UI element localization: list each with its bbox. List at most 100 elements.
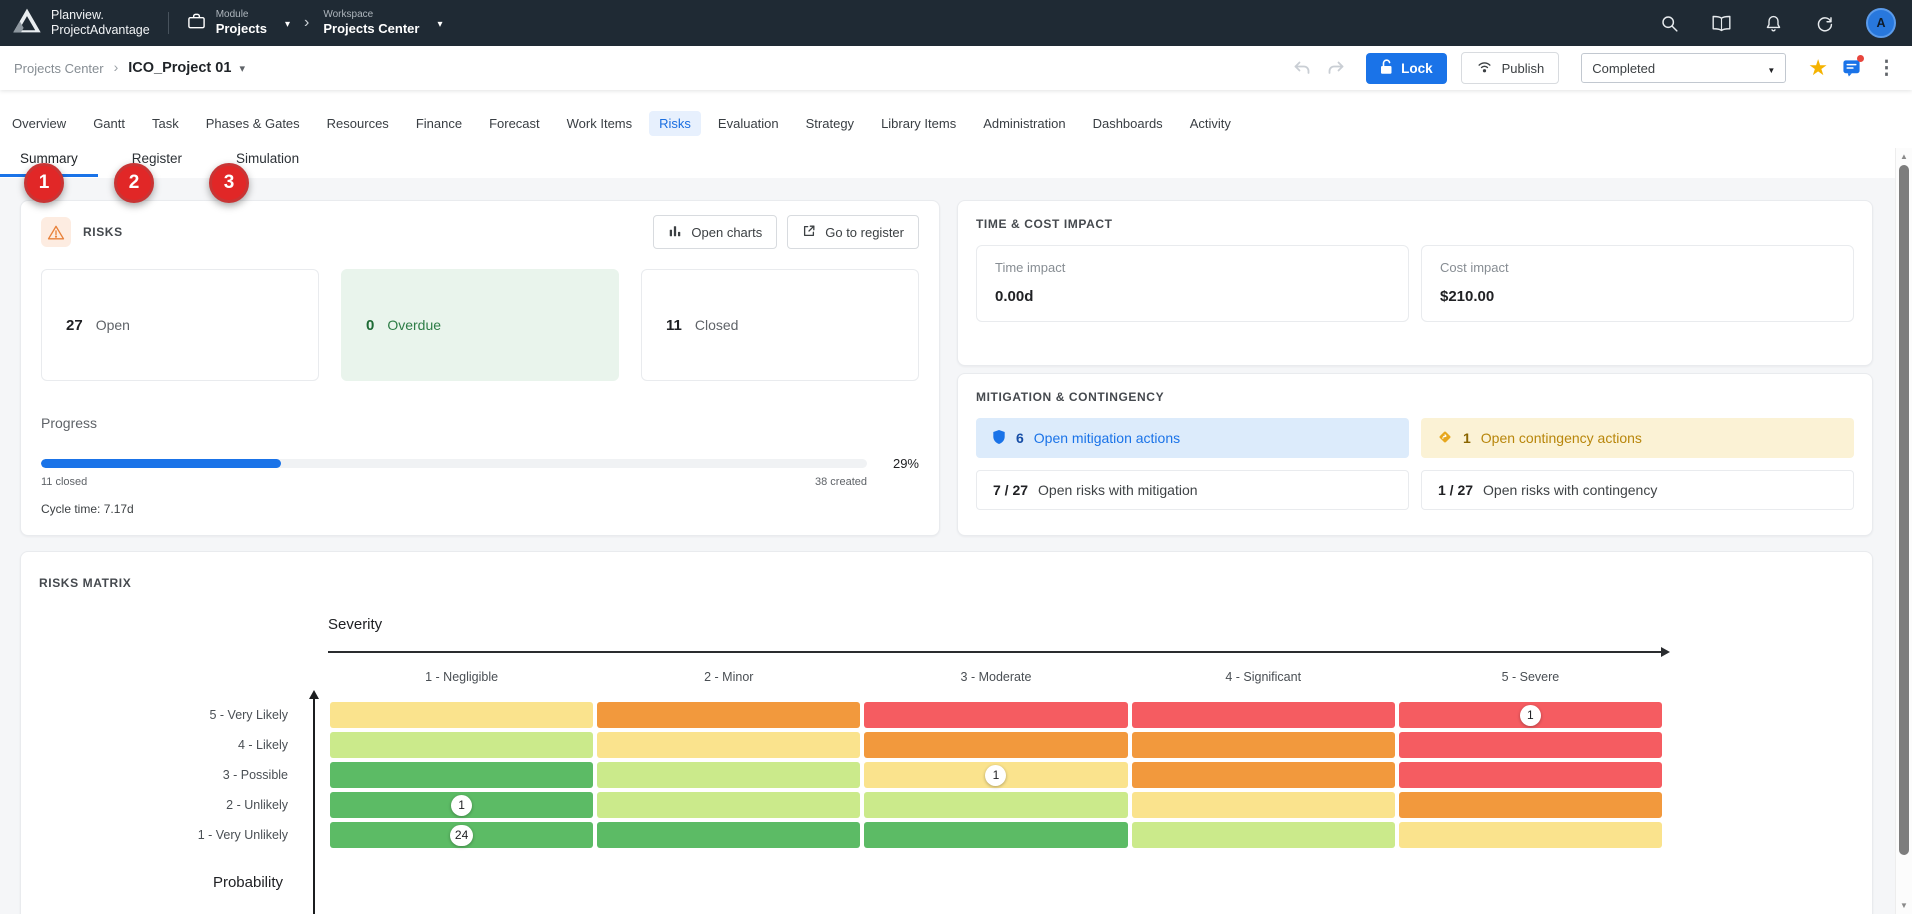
matrix-cell-p4-s3[interactable] bbox=[864, 732, 1127, 758]
lock-button[interactable]: Lock bbox=[1366, 53, 1447, 84]
scrollbar-thumb[interactable] bbox=[1899, 165, 1909, 855]
notifications-bell-icon[interactable] bbox=[1764, 13, 1783, 34]
scroll-up-arrow-icon[interactable] bbox=[1896, 152, 1912, 161]
tab-evaluation[interactable]: Evaluation bbox=[708, 111, 789, 136]
matrix-cell-p4-s5[interactable] bbox=[1399, 732, 1662, 758]
matrix-cell-p3-s5[interactable] bbox=[1399, 762, 1662, 788]
overdue-risks-stat[interactable]: 0 Overdue bbox=[341, 269, 619, 381]
matrix-cell-p1-s5[interactable] bbox=[1399, 822, 1662, 848]
comments-icon[interactable] bbox=[1842, 58, 1861, 78]
scroll-down-arrow-icon[interactable] bbox=[1896, 901, 1912, 910]
briefcase-icon bbox=[187, 12, 206, 35]
matrix-cell-p4-s1[interactable] bbox=[330, 732, 593, 758]
risks-summary-card: RISKS Open charts Go to register 27 Open… bbox=[20, 200, 940, 536]
matrix-cell-p1-s4[interactable] bbox=[1132, 822, 1395, 848]
project-toolbar: Projects Center ICO_Project 01 Lock Publ… bbox=[0, 46, 1912, 90]
tab-task[interactable]: Task bbox=[142, 111, 189, 136]
bar-chart-icon bbox=[668, 224, 682, 241]
matrix-cell-p5-s5[interactable]: 1 bbox=[1399, 702, 1662, 728]
status-select[interactable]: Completed bbox=[1581, 53, 1786, 83]
redo-icon[interactable] bbox=[1326, 59, 1346, 77]
contingency-actions-label: Open contingency actions bbox=[1481, 430, 1642, 446]
overdue-risks-count: 0 bbox=[366, 317, 374, 334]
matrix-cell-p5-s4[interactable] bbox=[1132, 702, 1395, 728]
tab-phases-gates[interactable]: Phases & Gates bbox=[196, 111, 310, 136]
time-impact-box: Time impact 0.00d bbox=[976, 245, 1409, 322]
matrix-cell-p5-s1[interactable] bbox=[330, 702, 593, 728]
go-to-register-button[interactable]: Go to register bbox=[787, 215, 919, 249]
documentation-book-icon[interactable] bbox=[1711, 14, 1732, 33]
open-risks-stat[interactable]: 27 Open bbox=[41, 269, 319, 381]
severity-axis-label: Severity bbox=[328, 616, 382, 633]
open-charts-button[interactable]: Open charts bbox=[653, 215, 777, 249]
breadcrumb-chevron-icon bbox=[114, 59, 119, 77]
open-risks-count: 27 bbox=[66, 317, 83, 334]
brand-line1: Planview. bbox=[51, 8, 150, 23]
matrix-cell-p2-s2[interactable] bbox=[597, 792, 860, 818]
progress-bar-fill bbox=[41, 459, 281, 468]
probability-row-labels: 5 - Very Likely4 - Likely3 - Possible2 -… bbox=[21, 702, 288, 848]
tab-forecast[interactable]: Forecast bbox=[479, 111, 550, 136]
open-risks-label: Open bbox=[96, 317, 130, 333]
tab-gantt[interactable]: Gantt bbox=[83, 111, 135, 136]
matrix-cell-p5-s2[interactable] bbox=[597, 702, 860, 728]
annotation-badge-1[interactable]: 1 bbox=[24, 163, 64, 203]
chevron-down-icon[interactable] bbox=[239, 59, 245, 77]
tab-dashboards[interactable]: Dashboards bbox=[1083, 111, 1173, 136]
chevron-down-icon bbox=[437, 14, 442, 32]
vertical-scrollbar[interactable] bbox=[1895, 148, 1912, 914]
notification-dot bbox=[1857, 55, 1864, 62]
avatar[interactable]: A bbox=[1866, 8, 1896, 38]
kebab-menu-icon[interactable] bbox=[1875, 57, 1898, 80]
closed-risks-stat[interactable]: 11 Closed bbox=[641, 269, 919, 381]
refresh-icon[interactable] bbox=[1815, 14, 1834, 33]
mitigation-contingency-card: MITIGATION & CONTINGENCY 6 Open mitigati… bbox=[957, 373, 1873, 536]
tab-finance[interactable]: Finance bbox=[406, 111, 472, 136]
search-icon[interactable] bbox=[1660, 14, 1679, 33]
lock-label: Lock bbox=[1401, 61, 1433, 76]
cost-impact-box: Cost impact $210.00 bbox=[1421, 245, 1854, 322]
matrix-cell-p2-s1[interactable]: 1 bbox=[330, 792, 593, 818]
favorite-star-icon[interactable] bbox=[1808, 55, 1828, 81]
publish-button[interactable]: Publish bbox=[1461, 52, 1560, 84]
matrix-cell-p3-s4[interactable] bbox=[1132, 762, 1395, 788]
tab-strategy[interactable]: Strategy bbox=[796, 111, 864, 136]
matrix-cell-p4-s2[interactable] bbox=[597, 732, 860, 758]
annotation-badge-3[interactable]: 3 bbox=[209, 163, 249, 203]
contingency-diamond-icon bbox=[1437, 429, 1453, 448]
undo-icon[interactable] bbox=[1292, 59, 1312, 77]
module-label: Module bbox=[216, 9, 267, 21]
severity-col-1-negligible: 1 - Negligible bbox=[330, 670, 593, 684]
matrix-cell-p2-s5[interactable] bbox=[1399, 792, 1662, 818]
risks-matrix-title: RISKS MATRIX bbox=[39, 576, 131, 590]
open-risks-with-contingency[interactable]: 1 / 27 Open risks with contingency bbox=[1421, 470, 1854, 510]
publish-broadcast-icon bbox=[1476, 60, 1493, 77]
open-contingency-actions[interactable]: 1 Open contingency actions bbox=[1421, 418, 1854, 458]
annotation-badge-2[interactable]: 2 bbox=[114, 163, 154, 203]
open-risks-with-mitigation[interactable]: 7 / 27 Open risks with mitigation bbox=[976, 470, 1409, 510]
matrix-cell-p1-s3[interactable] bbox=[864, 822, 1127, 848]
matrix-cell-p5-s3[interactable] bbox=[864, 702, 1127, 728]
tab-risks[interactable]: Risks bbox=[649, 111, 701, 136]
tab-activity[interactable]: Activity bbox=[1180, 111, 1241, 136]
matrix-cell-p4-s4[interactable] bbox=[1132, 732, 1395, 758]
workspace-switcher[interactable]: Workspace Projects Center bbox=[323, 9, 442, 37]
matrix-cell-p3-s3[interactable]: 1 bbox=[864, 762, 1127, 788]
matrix-cell-p2-s4[interactable] bbox=[1132, 792, 1395, 818]
module-switcher[interactable]: Module Projects bbox=[187, 9, 290, 37]
tab-resources[interactable]: Resources bbox=[317, 111, 399, 136]
tab-administration[interactable]: Administration bbox=[973, 111, 1075, 136]
matrix-cell-p3-s2[interactable] bbox=[597, 762, 860, 788]
progress-percent: 29% bbox=[879, 456, 919, 471]
probability-row-5-very-likely: 5 - Very Likely bbox=[21, 702, 288, 728]
matrix-cell-p1-s2[interactable] bbox=[597, 822, 860, 848]
tab-overview[interactable]: Overview bbox=[2, 111, 76, 136]
planview-logo[interactable]: Planview. ProjectAdvantage bbox=[12, 7, 150, 39]
breadcrumb-root-link[interactable]: Projects Center bbox=[14, 61, 104, 76]
matrix-cell-p3-s1[interactable] bbox=[330, 762, 593, 788]
tab-library-items[interactable]: Library Items bbox=[871, 111, 966, 136]
open-mitigation-actions[interactable]: 6 Open mitigation actions bbox=[976, 418, 1409, 458]
matrix-cell-p2-s3[interactable] bbox=[864, 792, 1127, 818]
matrix-cell-p1-s1[interactable]: 24 bbox=[330, 822, 593, 848]
tab-work-items[interactable]: Work Items bbox=[557, 111, 643, 136]
